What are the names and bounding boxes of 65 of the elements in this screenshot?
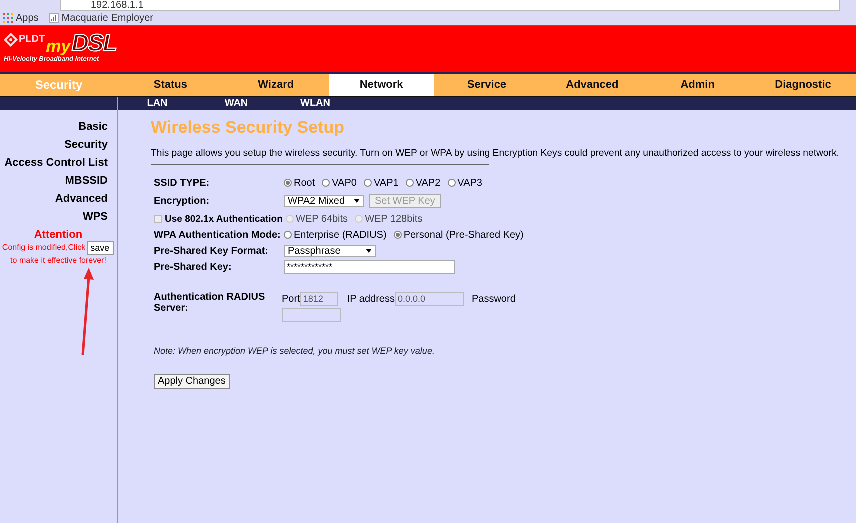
radio-button[interactable] [448, 179, 456, 187]
radio-label: VAP2 [416, 178, 441, 188]
attention-title: Attention [34, 229, 83, 241]
subnav-link[interactable]: WLAN [276, 97, 355, 110]
caret-icon [354, 199, 360, 203]
attention-message: to make it effective forever! [10, 256, 106, 265]
radio-button[interactable] [394, 231, 402, 239]
save-button[interactable]: save [86, 241, 114, 255]
radio-label: Enterprise (RADIUS) [294, 230, 387, 240]
sidebar-link[interactable]: MBSSID [65, 175, 117, 193]
radio-button[interactable] [364, 179, 372, 187]
nav-tab[interactable]: Wizard [223, 74, 329, 96]
bookmark-link[interactable]: Macquarie Employer [62, 12, 154, 24]
nav-tab[interactable]: Service [434, 74, 540, 96]
bookmark-link[interactable]: Apps [16, 12, 39, 24]
dropdown[interactable]: Passphrase [284, 245, 376, 257]
radio-button[interactable] [284, 231, 292, 239]
radio-button[interactable] [322, 179, 330, 187]
section-title: Security [34, 77, 84, 94]
bar-chart-icon[interactable] [48, 13, 59, 23]
logo-text: my [46, 39, 71, 55]
logo-text: DSL [72, 33, 117, 55]
dropdown[interactable]: WPA2 Mixed [284, 195, 364, 207]
sidebar-link[interactable]: Advanced [55, 193, 117, 211]
field-label: Pre-Shared Key Format: [154, 246, 270, 256]
subnav-link[interactable]: LAN [118, 97, 197, 110]
sidebar-link[interactable]: Access Control List [4, 157, 117, 175]
field-label: Authentication RADIUS Server: [154, 292, 266, 316]
checkbox-label: Use 802.1x Authentication [165, 214, 283, 224]
note-text: Note: When encryption WEP is selected, you must set WEP key value. [154, 346, 436, 356]
radio-label: Root [294, 178, 316, 188]
field-label: WPA Authentication Mode: [154, 230, 282, 240]
nav-tab[interactable]: Advanced [540, 74, 646, 96]
field-label: SSID TYPE: [154, 178, 211, 188]
radio-label: WEP 128bits [365, 214, 423, 224]
password-field[interactable]: ************* [284, 260, 455, 274]
field-label: Port [282, 294, 300, 304]
radio-label: Personal (Pre-Shared Key) [404, 230, 524, 240]
radio-label: VAP3 [458, 178, 482, 188]
caret-icon [366, 249, 372, 253]
field-label: Encryption: [154, 196, 211, 206]
brand-name: PLDT [19, 34, 46, 45]
sidebar-link[interactable]: Security [64, 139, 117, 157]
page-title: Wireless Security Setup [151, 118, 346, 139]
sidebar-link[interactable]: WPS [82, 211, 117, 229]
diamond-logo-icon [4, 33, 18, 47]
subnav-link[interactable]: WAN [197, 97, 276, 110]
address-bar[interactable]: 192.168.1.1 [60, 0, 840, 11]
attention-message: Config is modified,Click [2, 243, 86, 252]
sidebar-link[interactable]: Basic [78, 121, 117, 139]
apps-grid-icon[interactable] [3, 13, 13, 23]
nav-tab[interactable]: Network [328, 74, 434, 96]
radio-button[interactable] [284, 179, 292, 187]
nav-tab[interactable]: Status [118, 74, 224, 96]
field-label: Pre-Shared Key: [154, 262, 233, 272]
radio-label: VAP1 [374, 178, 399, 188]
nav-tab[interactable]: Diagnostic [750, 74, 856, 96]
radio-button[interactable] [406, 179, 414, 187]
field-label: Password [472, 294, 516, 304]
apply-changes-button[interactable]: Apply Changes [154, 374, 230, 389]
radio-label: VAP0 [332, 178, 357, 188]
nav-tab[interactable]: Admin [645, 74, 751, 96]
radio-label: WEP 64bits [296, 214, 348, 224]
page-description: This page allows you setup the wireless security. Turn on WEP or WPA by using Encryption Keys could prevent any unauthorized access to your wireless network. [151, 148, 840, 159]
field-label: IP address [347, 294, 395, 304]
